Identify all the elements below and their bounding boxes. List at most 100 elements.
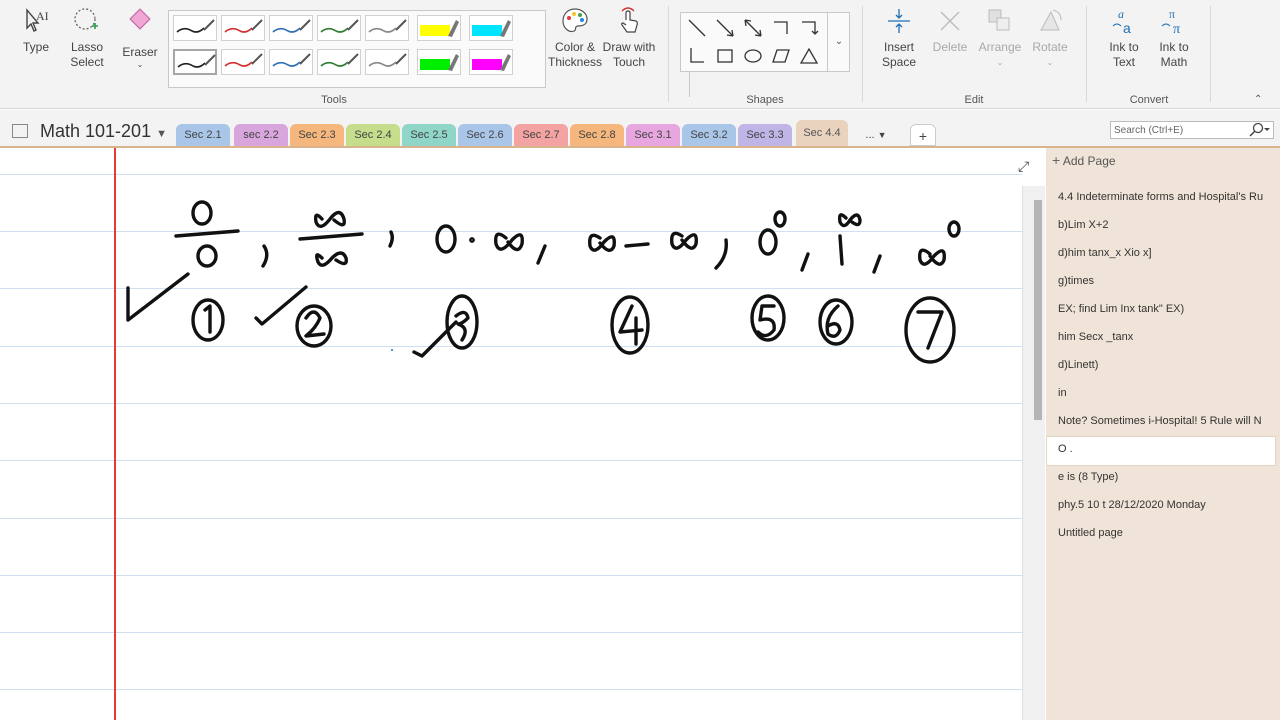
color-label-2: Thickness: [548, 55, 603, 69]
page-list-item[interactable]: Untitled page: [1058, 527, 1272, 539]
corner-arrow-icon[interactable]: [797, 16, 821, 40]
svg-text:a: a: [1118, 7, 1124, 21]
tab-label: Sec 2.3: [298, 129, 336, 141]
delete-button[interactable]: Delete: [928, 6, 972, 55]
ink-text-label-1: Ink to: [1109, 40, 1139, 54]
tab-section[interactable]: Sec 3.2: [682, 124, 736, 146]
pen-swatch[interactable]: [221, 49, 265, 75]
tab-section[interactable]: Sec 2.5: [402, 124, 456, 146]
tools-group-label: Tools: [321, 94, 347, 106]
notebook-icon[interactable]: [12, 124, 28, 138]
svg-text:AI: AI: [36, 9, 49, 23]
axis-shape-icon[interactable]: [685, 44, 709, 68]
page-list-item[interactable]: EX; find Lim Inx tank" EX): [1058, 303, 1272, 315]
more-tabs-button[interactable]: ... ▼: [856, 124, 896, 146]
tab-label: sec 2.2: [243, 129, 279, 141]
tab-label: Sec 3.1: [634, 129, 672, 141]
tab-section[interactable]: Sec 2.7: [514, 124, 568, 146]
pen-swatch[interactable]: [269, 15, 313, 41]
expand-fullpage-icon[interactable]: ⤢: [1018, 158, 1029, 175]
scrollbar-thumb[interactable]: [1034, 200, 1042, 420]
pen-swatch[interactable]: [269, 49, 313, 75]
ink-text-label-2: Text: [1112, 55, 1135, 69]
lasso-select-button[interactable]: Lasso Select: [64, 6, 110, 70]
triangle-shape-icon[interactable]: [797, 44, 821, 68]
add-section-button[interactable]: +: [910, 124, 936, 146]
pen-swatch[interactable]: [469, 49, 513, 75]
tab-section[interactable]: Sec 2.4: [346, 124, 400, 146]
arrange-label: Arrange: [978, 40, 1022, 54]
divider: [1086, 6, 1087, 102]
type-button[interactable]: AI Type: [14, 6, 58, 55]
shapes-more-icon[interactable]: ⌄: [827, 13, 850, 71]
page-list-item[interactable]: g)times: [1058, 275, 1272, 287]
pen-swatch[interactable]: [469, 15, 513, 41]
lasso-icon: [74, 8, 98, 30]
lasso-label-1: Lasso: [70, 40, 104, 54]
ink-to-math-button[interactable]: ππ Ink to Math: [1150, 6, 1198, 70]
notebook-dropdown-icon[interactable]: ▼: [156, 128, 167, 140]
insert-space-button[interactable]: Insert Space: [874, 6, 924, 70]
arrow-shape-icon[interactable]: [713, 16, 737, 40]
page-list-item[interactable]: O .: [1058, 443, 1272, 455]
rotate-button[interactable]: Rotate ⌄: [1026, 6, 1074, 70]
tab-section[interactable]: Sec 3.3: [738, 124, 792, 146]
touch-hand-icon: [621, 7, 638, 33]
pen-swatch[interactable]: [173, 49, 217, 75]
ellipse-shape-icon[interactable]: [741, 44, 765, 68]
tab-section[interactable]: sec 2.2: [234, 124, 288, 146]
page-list-item[interactable]: in: [1058, 387, 1272, 399]
add-page-button[interactable]: + Add Page: [1052, 152, 1116, 168]
arrange-icon: [988, 9, 1010, 31]
divider: [668, 6, 669, 102]
pen-swatch[interactable]: [317, 15, 361, 41]
pen-swatch[interactable]: [317, 49, 361, 75]
note-canvas[interactable]: [0, 148, 1022, 720]
pen-swatch[interactable]: [173, 15, 217, 41]
shapes-gallery: ⌄: [680, 12, 850, 72]
parallelogram-shape-icon[interactable]: [769, 44, 793, 68]
tab-section[interactable]: Sec 2.6: [458, 124, 512, 146]
double-arrow-shape-icon[interactable]: [741, 16, 765, 40]
arrange-button[interactable]: Arrange ⌄: [976, 6, 1024, 70]
page-list-item[interactable]: e is (8 Type): [1058, 471, 1272, 483]
ink-to-text-button[interactable]: aa Ink to Text: [1100, 6, 1148, 70]
pen-swatch[interactable]: [365, 49, 409, 75]
handwritten-ink[interactable]: [0, 148, 1022, 720]
page-list-item[interactable]: 4.4 Indeterminate forms and Hospital's R…: [1058, 191, 1272, 203]
tab-section[interactable]: Sec 2.1: [176, 124, 230, 146]
ribbon: AI Type Lasso Select Eraser ⌄ ⌄ Color & …: [0, 0, 1280, 109]
search-icon[interactable]: [1246, 122, 1272, 138]
tab-section[interactable]: Sec 3.1: [626, 124, 680, 146]
pages-panel: [1046, 148, 1280, 720]
line-shape-icon[interactable]: [685, 16, 709, 40]
palette-icon: [562, 8, 588, 33]
page-list-item[interactable]: b)Lim X+2: [1058, 219, 1272, 231]
pen-swatch[interactable]: [365, 15, 409, 41]
page-list-item[interactable]: d)Linett): [1058, 359, 1272, 371]
insert-space-icon: [888, 9, 910, 33]
divider: [1210, 6, 1211, 102]
draw-touch-label-2: Touch: [612, 55, 646, 69]
page-list-item[interactable]: him Secx _tanx: [1058, 331, 1272, 343]
shapes-group-label: Shapes: [746, 94, 784, 106]
pen-swatch[interactable]: [417, 49, 461, 75]
corner-axis-icon[interactable]: [769, 16, 793, 40]
tab-section[interactable]: Sec 4.4: [796, 120, 848, 146]
draw-with-touch-button[interactable]: Draw with Touch: [602, 6, 656, 70]
page-list-item[interactable]: d)him tanx_x Xio x]: [1058, 247, 1272, 259]
tab-label: Sec 2.5: [410, 129, 448, 141]
color-label-1: Color &: [554, 40, 595, 54]
pen-swatch[interactable]: [417, 15, 461, 41]
rectangle-shape-icon[interactable]: [713, 44, 737, 68]
page-list-item[interactable]: Note? Sometimes i-Hospital! 5 Rule will …: [1058, 415, 1272, 427]
notebook-name[interactable]: Math 101-201 ▼: [40, 121, 167, 142]
color-thickness-button[interactable]: Color & Thickness: [548, 6, 602, 70]
eraser-button[interactable]: Eraser ⌄: [118, 6, 162, 70]
collapse-ribbon-icon[interactable]: ⌃: [1254, 94, 1262, 105]
pen-swatch[interactable]: [221, 15, 265, 41]
tab-section[interactable]: Sec 2.3: [290, 124, 344, 146]
tab-section[interactable]: Sec 2.8: [570, 124, 624, 146]
page-list-item[interactable]: phy.5 10 t 28/12/2020 Monday: [1058, 499, 1272, 511]
tab-label: Sec 2.7: [522, 129, 560, 141]
